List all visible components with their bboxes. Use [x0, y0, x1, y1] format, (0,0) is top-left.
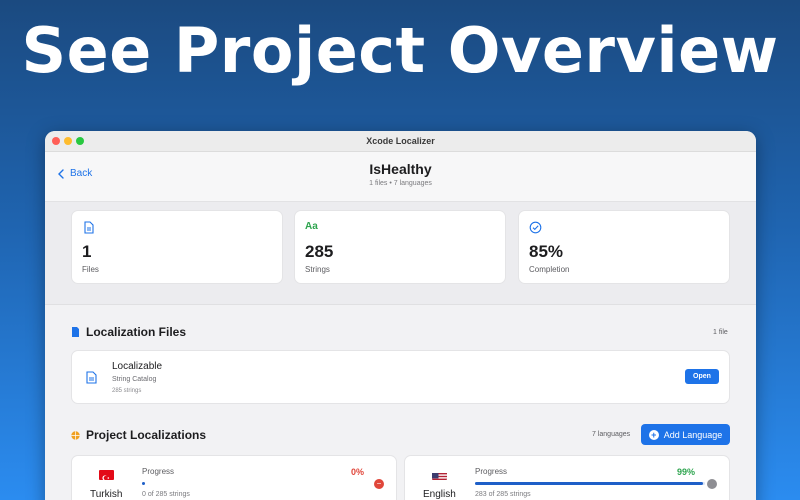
stat-value: 285: [305, 242, 334, 261]
progress-label: Progress: [475, 467, 508, 476]
languages-count: 7 languages: [592, 431, 631, 438]
progress-percent: 99%: [677, 467, 696, 477]
files-count: 1 file: [713, 329, 728, 336]
language-name: Turkish: [90, 489, 123, 500]
project-subtitle: 1 files • 7 languages: [369, 180, 432, 187]
stat-card-strings: Aa 285 Strings: [294, 210, 506, 284]
progress-percent: 0%: [351, 467, 365, 477]
usa-flag-icon: [432, 470, 447, 480]
window-title: Xcode Localizer: [366, 136, 435, 146]
progress-fill: [475, 482, 703, 485]
open-file-button[interactable]: Open: [685, 369, 719, 384]
file-strings-count: 285 strings: [112, 388, 142, 394]
remove-language-button[interactable]: −: [374, 479, 384, 489]
progress-label: Progress: [142, 467, 175, 476]
progress-bar: [475, 482, 705, 485]
hero-title: See Project Overview: [21, 14, 779, 87]
navigation-bar: Back IsHealthy 1 files • 7 languages: [45, 152, 756, 202]
language-name: English: [423, 489, 456, 500]
progress-fill: [142, 482, 146, 485]
file-row-localizable[interactable]: Localizable String Catalog 285 strings O…: [71, 350, 730, 404]
language-card-english[interactable]: English Progress 99% 283 of 285 strings: [404, 455, 730, 500]
plus-circle-icon: +: [648, 429, 659, 440]
stat-card-completion: 85% Completion: [518, 210, 730, 284]
stat-label: Files: [82, 265, 99, 274]
window-titlebar: Xcode Localizer: [45, 131, 756, 152]
stat-label: Completion: [529, 265, 570, 274]
progress-count: 283 of 285 strings: [475, 491, 531, 498]
document-icon: [86, 371, 97, 384]
file-name: Localizable: [112, 361, 163, 372]
turkey-flag-icon: [99, 470, 114, 480]
document-icon: [84, 221, 94, 234]
checkmark-circle-icon: [529, 221, 542, 234]
files-section-title: Localization Files: [86, 325, 187, 339]
stat-value: 85%: [529, 242, 564, 261]
base-language-badge[interactable]: [707, 479, 717, 489]
files-section-header: Localization Files: [71, 325, 186, 339]
stat-card-files: 1 Files: [71, 210, 283, 284]
localizations-section-title: Project Localizations: [86, 428, 207, 442]
stats-overview: 1 Files Aa 285 Strings 85% Completion: [45, 202, 756, 305]
globe-icon: [71, 430, 80, 440]
progress-bar: [142, 482, 372, 485]
add-language-button[interactable]: + Add Language: [641, 424, 730, 445]
text-aa-icon: Aa: [305, 221, 318, 232]
app-window: Xcode Localizer Back IsHealthy 1 files •…: [45, 131, 756, 500]
document-fill-icon: [72, 327, 79, 337]
progress-count: 0 of 285 strings: [142, 491, 190, 498]
stat-label: Strings: [305, 265, 330, 274]
stat-value: 1: [82, 242, 92, 261]
language-card-turkish[interactable]: Turkish Progress 0% 0 of 285 strings −: [71, 455, 397, 500]
localizations-section-header: Project Localizations: [71, 428, 206, 442]
project-title: IsHealthy: [369, 161, 432, 177]
file-type: String Catalog: [112, 376, 157, 383]
add-language-label: Add Language: [663, 429, 723, 440]
